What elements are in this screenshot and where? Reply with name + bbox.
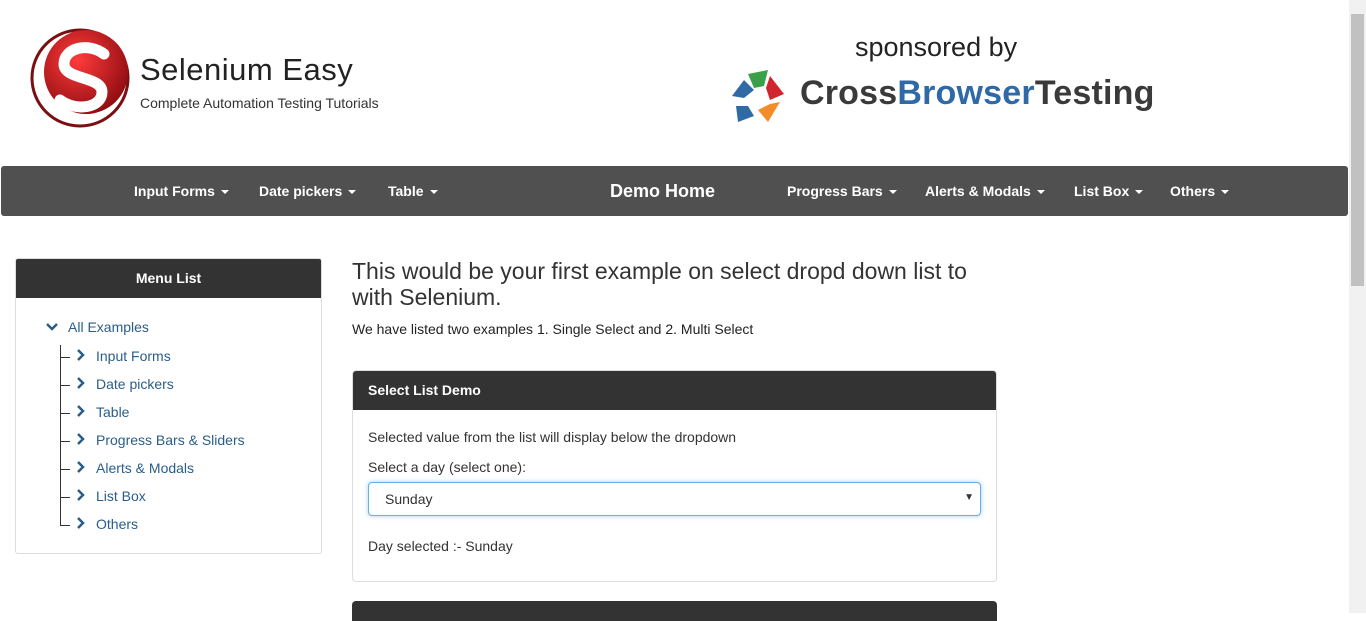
nav-others-label: Others	[1170, 183, 1216, 199]
multi-select-panel-heading	[352, 601, 997, 621]
caret-down-icon	[429, 190, 438, 195]
sidebar-item-input-forms[interactable]: Input Forms	[60, 346, 171, 366]
sidebar-item-list-box[interactable]: List Box	[60, 486, 146, 506]
day-select-value: Sunday	[385, 491, 433, 507]
chevron-right-icon	[76, 346, 90, 366]
selenium-logo-icon	[30, 28, 130, 128]
tree-tick	[60, 524, 70, 526]
nav-list-box-label: List Box	[1074, 183, 1130, 199]
caret-down-icon	[888, 190, 897, 195]
page-title: This would be your first example on sele…	[352, 258, 967, 310]
nav-input-forms-label: Input Forms	[134, 183, 215, 199]
tree-tick	[60, 468, 70, 470]
nav-others[interactable]: Others	[1170, 166, 1230, 216]
site-logo[interactable]	[28, 26, 132, 130]
nav-table-label: Table	[388, 183, 424, 199]
nav-demo-home-label: Demo Home	[610, 181, 716, 201]
nav-table[interactable]: Table	[388, 166, 438, 216]
chevron-right-icon	[76, 374, 90, 394]
select-list-panel: Select List Demo Selected value from the…	[352, 370, 997, 582]
scrollbar-thumb[interactable]	[1351, 14, 1364, 286]
crossbrowsertesting-logo-icon[interactable]	[724, 66, 788, 128]
sidebar-item-table[interactable]: Table	[60, 402, 129, 422]
sidebar-item-progress-bars[interactable]: Progress Bars & Sliders	[60, 430, 245, 450]
sidebar-item-date-pickers[interactable]: Date pickers	[60, 374, 174, 394]
sponsor-name-part2: Testing	[1034, 74, 1155, 112]
tree-tick	[60, 384, 70, 386]
nav-alerts-modals[interactable]: Alerts & Modals	[925, 166, 1045, 216]
sidebar-item-label: List Box	[96, 488, 146, 504]
nav-list-box[interactable]: List Box	[1074, 166, 1144, 216]
brand-subtitle: Complete Automation Testing Tutorials	[140, 95, 379, 111]
nav-alerts-modals-label: Alerts & Modals	[925, 183, 1031, 199]
chevron-right-icon	[76, 458, 90, 478]
sponsor-name[interactable]: CrossBrowserTesting	[800, 74, 1155, 113]
nav-demo-home[interactable]: Demo Home	[610, 166, 715, 216]
day-select-dropdown[interactable]: Sunday ▼	[368, 482, 981, 516]
tree-tick	[60, 412, 70, 414]
panel-info-text: Selected value from the list will displa…	[368, 429, 737, 445]
caret-down-icon	[1036, 190, 1045, 195]
tree-root-all-examples[interactable]: All Examples	[46, 319, 149, 335]
day-selected-result: Day selected :- Sunday	[368, 538, 513, 554]
sidebar-item-label: Alerts & Modals	[96, 460, 195, 476]
sidebar-heading: Menu List	[16, 259, 321, 298]
sidebar-item-label: Progress Bars & Sliders	[96, 432, 245, 448]
sidebar-item-label: Date pickers	[96, 376, 174, 392]
nav-date-pickers[interactable]: Date pickers	[259, 166, 357, 216]
nav-date-pickers-label: Date pickers	[259, 183, 343, 199]
day-select-label: Select a day (select one):	[368, 459, 526, 475]
chevron-right-icon	[76, 486, 90, 506]
sponsor-name-part1: CrossBrowser	[800, 74, 1035, 112]
panel-heading: Select List Demo	[353, 371, 996, 410]
tree-tick	[60, 440, 70, 442]
caret-down-icon	[1221, 190, 1230, 195]
sidebar-item-label: Input Forms	[96, 348, 171, 364]
sidebar-item-label: Others	[96, 516, 139, 532]
caret-down-icon	[348, 190, 357, 195]
nav-input-forms[interactable]: Input Forms	[134, 166, 229, 216]
caret-down-icon	[220, 190, 229, 195]
sidebar-item-others[interactable]: Others	[60, 514, 138, 534]
dropdown-arrow-icon: ▼	[964, 492, 974, 503]
tree-tick	[60, 496, 70, 498]
nav-progress-bars[interactable]: Progress Bars	[787, 166, 897, 216]
chevron-right-icon	[76, 514, 90, 534]
brand-title: Selenium Easy	[140, 52, 354, 87]
sidebar-menu: Menu List All Examples Input Forms Date …	[15, 258, 322, 554]
chevron-down-icon	[46, 319, 60, 335]
chevron-right-icon	[76, 402, 90, 422]
sidebar-item-alerts-modals[interactable]: Alerts & Modals	[60, 458, 194, 478]
sponsored-text: sponsored by	[855, 32, 1018, 62]
caret-down-icon	[1135, 190, 1144, 195]
page-description: We have listed two examples 1. Single Se…	[352, 321, 754, 337]
main-navbar: Input Forms Date pickers Table Demo Home…	[1, 166, 1348, 216]
chevron-right-icon	[76, 430, 90, 450]
tree-tick	[60, 356, 70, 358]
nav-progress-bars-label: Progress Bars	[787, 183, 883, 199]
tree-root-label: All Examples	[68, 319, 149, 335]
sidebar-item-label: Table	[96, 404, 130, 420]
